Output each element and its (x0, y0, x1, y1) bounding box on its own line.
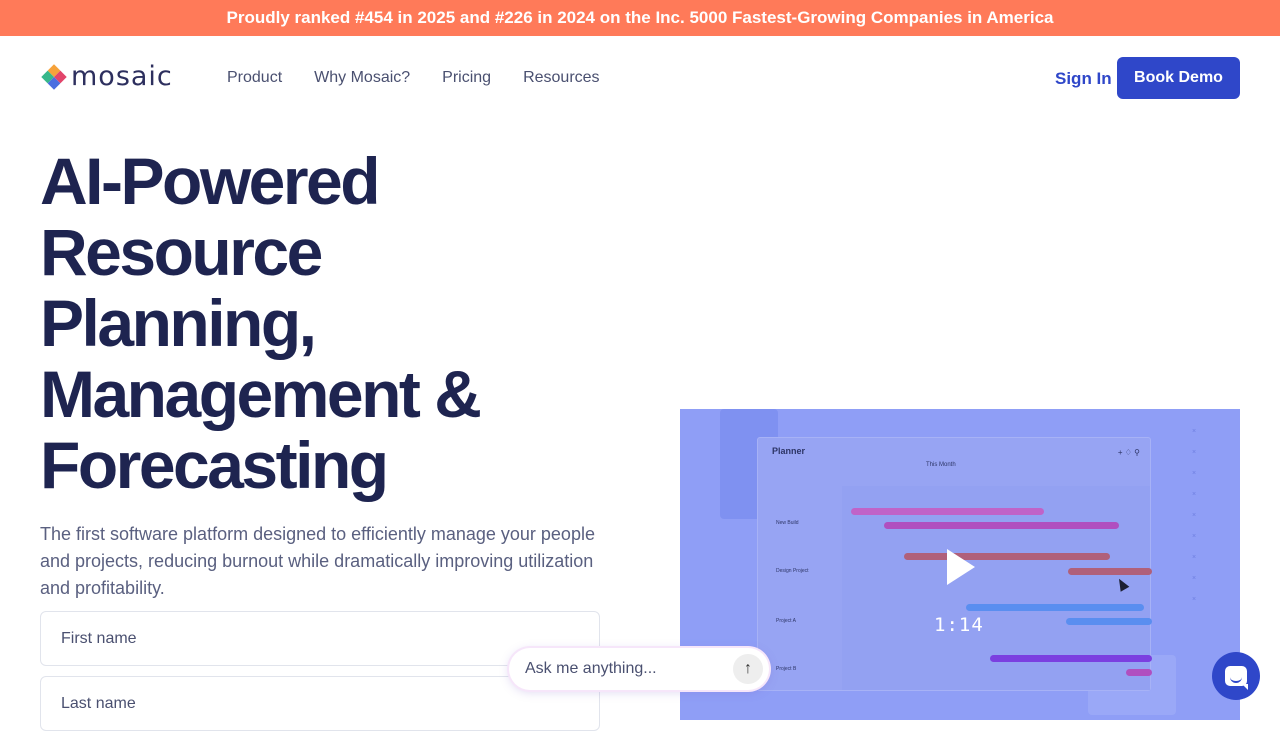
planner-title: Planner (772, 446, 806, 456)
planner-row-label: Project B (776, 666, 797, 672)
hero-title-line: Resource (40, 215, 323, 289)
dot-grid-decoration: × × × × × × × × × (1192, 428, 1211, 603)
hero-title-line: Planning, (40, 286, 317, 360)
nav-item-resources[interactable]: Resources (523, 69, 599, 87)
schedule-bar (990, 655, 1152, 662)
schedule-bar (884, 522, 1119, 529)
book-demo-button[interactable]: Book Demo (1117, 57, 1240, 99)
chat-launcher-button[interactable] (1212, 652, 1260, 700)
hero-subtitle: The first software platform designed to … (40, 524, 595, 598)
hero-title: AI-Powered Resource Planning, Management… (40, 146, 600, 501)
ask-ai-widget: ↑ (509, 648, 769, 690)
nav-links: Product Why Mosaic? Pricing Resources (227, 69, 600, 87)
planner-toolbar-icons: + ♢ ⚲ (1117, 448, 1140, 457)
ask-input[interactable] (525, 660, 733, 678)
schedule-bar (1066, 618, 1152, 625)
play-icon[interactable] (947, 549, 975, 585)
nav-item-product[interactable]: Product (227, 69, 282, 87)
video-duration: 1:14 (934, 614, 984, 636)
arrow-up-icon: ↑ (744, 660, 752, 677)
logo[interactable]: mosaic (41, 61, 173, 92)
planner-row-label: Project A (776, 618, 797, 624)
schedule-bar (966, 604, 1144, 611)
hero-title-line: AI-Powered (40, 144, 381, 218)
mosaic-logo-icon (41, 64, 67, 90)
chat-bubble-icon (1225, 666, 1248, 690)
planner-month-label: This Month (926, 462, 956, 468)
top-navigation: mosaic Product Why Mosaic? Pricing Resou… (0, 36, 1280, 120)
schedule-bar (1068, 568, 1152, 575)
hero-title-line: Management & (40, 357, 482, 431)
sign-in-link[interactable]: Sign In (1055, 69, 1112, 89)
send-button[interactable]: ↑ (733, 654, 763, 684)
schedule-bar (904, 553, 1110, 560)
announcement-banner: Proudly ranked #454 in 2025 and #226 in … (0, 0, 1280, 36)
nav-item-pricing[interactable]: Pricing (442, 69, 491, 87)
hero-title-line: Forecasting (40, 428, 389, 502)
announcement-text: Proudly ranked #454 in 2025 and #226 in … (226, 8, 1054, 27)
planner-row-label: Design Project (776, 568, 809, 574)
schedule-bar (1126, 669, 1152, 676)
schedule-bar (851, 508, 1044, 515)
nav-item-why-mosaic[interactable]: Why Mosaic? (314, 69, 410, 87)
logo-text: mosaic (71, 61, 173, 92)
planner-row-label: New Build (776, 520, 799, 526)
